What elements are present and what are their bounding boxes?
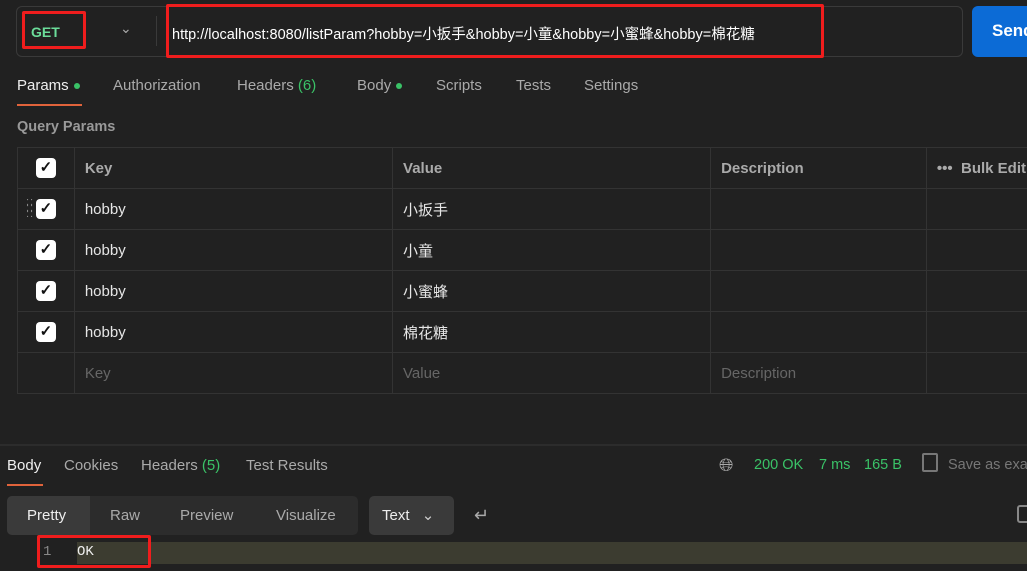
row-checkbox[interactable]: ✓	[35, 199, 56, 219]
table-row: ✓ hobby 小蜜蜂	[17, 270, 1027, 312]
tab-label: Headers	[141, 457, 198, 474]
view-raw[interactable]: Raw	[110, 507, 140, 524]
active-tab-underline	[7, 484, 43, 486]
tab-label: Body	[357, 77, 392, 94]
dot-indicator	[73, 83, 80, 90]
key-cell[interactable]: hobby	[73, 229, 394, 271]
format-select[interactable]: Text ⌄	[369, 496, 454, 535]
description-input[interactable]: Description	[710, 352, 927, 394]
tab-settings[interactable]: Settings	[584, 77, 638, 94]
view-preview[interactable]: Preview	[180, 507, 233, 524]
key-input[interactable]: Key	[73, 352, 394, 394]
count-badge: (6)	[297, 77, 317, 94]
tab-response-headers[interactable]: Headers (5)	[141, 457, 220, 474]
tab-authorization[interactable]: Authorization	[113, 77, 201, 94]
tab-test-results[interactable]: Test Results	[246, 457, 328, 474]
view-visualize[interactable]: Visualize	[276, 507, 336, 524]
response-time[interactable]: 7 ms	[819, 457, 850, 473]
chevron-down-icon[interactable]: ⌄	[120, 20, 132, 37]
table-row: ✓ hobby 棉花糖	[17, 311, 1027, 353]
section-title: Query Params	[17, 119, 116, 135]
active-tab-underline	[17, 104, 82, 106]
status-code[interactable]: 200 OK	[754, 457, 803, 473]
table-row: ✓ hobby 小童	[17, 229, 1027, 271]
value-cell[interactable]: 棉花糖	[392, 311, 712, 353]
divider	[156, 16, 157, 46]
select-all-checkbox[interactable]: ✓	[35, 158, 56, 178]
table-row: :::::: ✓ hobby 小扳手	[17, 188, 1027, 230]
row-checkbox[interactable]: ✓	[35, 281, 56, 301]
tab-label: Params	[17, 77, 69, 94]
panel-divider	[0, 444, 1027, 446]
value-cell[interactable]: 小蜜蜂	[392, 270, 712, 312]
tab-headers[interactable]: Headers (6)	[237, 77, 316, 94]
send-button[interactable]: Send	[972, 6, 1027, 57]
format-label: Text	[382, 507, 410, 524]
tab-params[interactable]: Params	[17, 77, 80, 94]
count-badge: (5)	[201, 457, 221, 474]
tab-scripts[interactable]: Scripts	[436, 77, 482, 94]
description-cell[interactable]	[710, 188, 927, 230]
row-checkbox[interactable]: ✓	[35, 322, 56, 342]
description-cell[interactable]	[710, 270, 927, 312]
tab-label: Headers	[237, 77, 294, 94]
annotation-box	[22, 11, 86, 49]
column-description: Description	[710, 147, 927, 189]
chevron-down-icon: ⌄	[421, 507, 435, 524]
annotation-box	[166, 4, 824, 58]
bulk-edit-button[interactable]: Bulk Edit	[961, 160, 1026, 177]
save-icon	[922, 453, 938, 472]
globe-icon[interactable]: 🌐︎	[719, 455, 733, 476]
copy-icon[interactable]	[1017, 505, 1027, 523]
tab-response-body[interactable]: Body	[7, 457, 41, 474]
tab-body[interactable]: Body	[357, 77, 403, 94]
more-icon[interactable]: •••	[937, 160, 953, 177]
annotation-box	[37, 535, 151, 568]
column-key: Key	[73, 147, 394, 189]
key-cell[interactable]: hobby	[73, 311, 394, 353]
tab-tests[interactable]: Tests	[516, 77, 551, 94]
wrap-lines-icon[interactable]: ↵	[474, 505, 489, 526]
value-cell[interactable]: 小扳手	[392, 188, 712, 230]
table-header: ✓ Key Value Description ••• Bulk Edit	[17, 147, 1027, 189]
description-cell[interactable]	[710, 229, 927, 271]
tab-cookies[interactable]: Cookies	[64, 457, 118, 474]
response-size[interactable]: 165 B	[864, 457, 902, 473]
key-cell[interactable]: hobby	[73, 188, 394, 230]
description-cell[interactable]	[710, 311, 927, 353]
row-checkbox[interactable]: ✓	[35, 240, 56, 260]
save-as-example-button[interactable]: Save as example	[948, 457, 1027, 473]
params-table: ✓ Key Value Description ••• Bulk Edit ::…	[17, 147, 1027, 394]
new-row: Key Value Description	[17, 352, 1027, 394]
drag-handle-icon[interactable]: ::::::	[26, 197, 34, 220]
key-cell[interactable]: hobby	[73, 270, 394, 312]
highlighted-line	[77, 542, 1027, 564]
dot-indicator	[396, 83, 403, 90]
value-cell[interactable]: 小童	[392, 229, 712, 271]
value-input[interactable]: Value	[392, 352, 712, 394]
column-value: Value	[392, 147, 712, 189]
view-pretty[interactable]: Pretty	[7, 496, 90, 535]
